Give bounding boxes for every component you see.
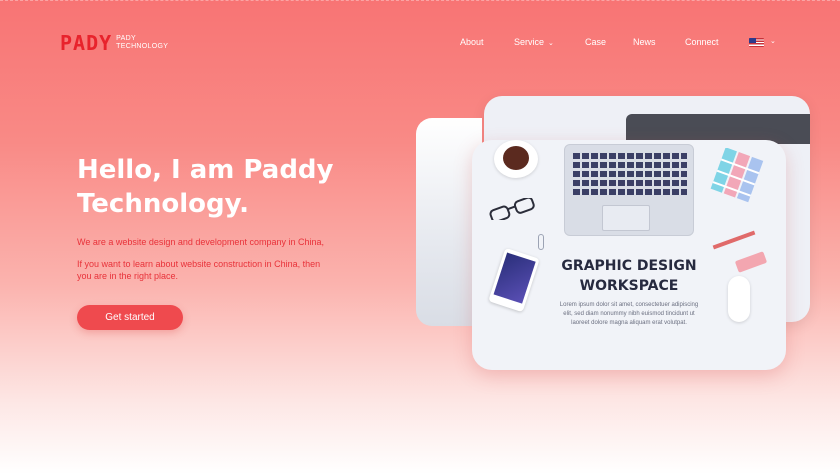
eraser-icon	[734, 251, 768, 273]
workspace-body: Lorem ipsum dolor sit amet, consectetuer…	[559, 302, 699, 326]
main-nav: About Service ⌄ Case News Connect	[0, 37, 840, 51]
nav-item-about[interactable]: About	[460, 37, 484, 47]
nav-item-connect[interactable]: Connect	[685, 37, 719, 47]
nav-item-label: News	[633, 37, 656, 47]
laptop-icon	[564, 144, 694, 236]
hero-paragraph-1: We are a website design and development …	[77, 237, 324, 247]
workspace-card: GRAPHIC DESIGN WORKSPACE Lorem ipsum dol…	[472, 140, 786, 370]
nav-item-label: Connect	[685, 37, 719, 47]
nav-item-service[interactable]: Service ⌄	[514, 37, 554, 47]
nav-item-label: Case	[585, 37, 607, 47]
nav-item-label: About	[460, 37, 484, 47]
hero-paragraph-2: If you want to learn about website const…	[77, 259, 321, 281]
phone-icon	[488, 247, 540, 313]
keyboard	[573, 153, 687, 197]
nav-item-case[interactable]: Case	[585, 37, 606, 47]
workspace-title: GRAPHIC DESIGN WORKSPACE	[561, 258, 697, 294]
chevron-down-icon[interactable]: ⌄	[770, 37, 776, 45]
top-border	[0, 0, 840, 2]
nav-item-label: Service	[514, 37, 545, 47]
get-started-button[interactable]: Get started	[77, 305, 183, 330]
us-flag-icon[interactable]	[749, 38, 764, 47]
paperclip-icon	[538, 234, 544, 250]
hero-illustration: GRAPHIC DESIGN WORKSPACE Lorem ipsum dol…	[416, 96, 816, 376]
trackpad	[602, 205, 650, 231]
pencil-icon	[712, 230, 756, 250]
nav-item-news[interactable]: News	[633, 37, 656, 47]
color-swatch-icon	[710, 148, 764, 203]
hero-title: Hello, I am Paddy Technology.	[77, 155, 334, 219]
mouse-icon	[728, 276, 750, 322]
glasses-icon	[489, 198, 535, 220]
coffee-cup-icon	[494, 140, 538, 178]
chevron-down-icon: ⌄	[548, 40, 554, 47]
